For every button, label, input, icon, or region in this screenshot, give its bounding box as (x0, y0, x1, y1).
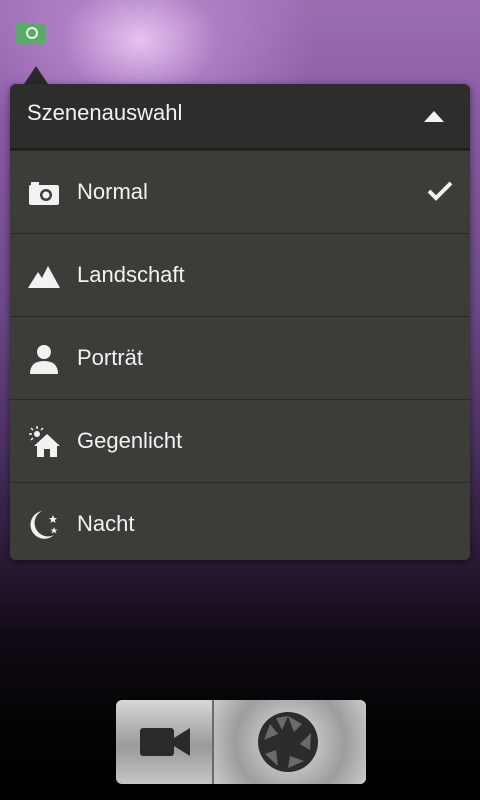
camera-icon (28, 177, 60, 209)
menu-header[interactable]: Szenenauswahl (10, 84, 470, 150)
popup-caret (24, 66, 48, 84)
scene-item-nacht[interactable]: Nacht (10, 482, 470, 560)
scene-selection-menu: Szenenauswahl Normal Landschaft Porträt … (10, 84, 470, 560)
scene-item-normal[interactable]: Normal (10, 150, 470, 233)
mountain-icon (28, 260, 60, 292)
scene-item-portraet[interactable]: Porträt (10, 316, 470, 399)
menu-title: Szenenauswahl (27, 100, 183, 125)
checkmark-icon (426, 179, 454, 203)
scene-item-landschaft[interactable]: Landschaft (10, 233, 470, 316)
scene-item-label: Landschaft (77, 262, 185, 287)
moon-stars-icon (28, 509, 60, 541)
scene-item-gegenlicht[interactable]: Gegenlicht (10, 399, 470, 482)
video-mode-button[interactable] (116, 700, 214, 784)
scene-item-label: Nacht (77, 511, 135, 536)
camera-control-bar (116, 700, 366, 784)
scene-indicator-icon[interactable] (14, 20, 46, 44)
backlight-house-icon (28, 426, 60, 458)
scene-item-label: Gegenlicht (77, 428, 183, 453)
chevron-up-icon[interactable] (422, 106, 446, 126)
shutter-button[interactable] (214, 700, 366, 784)
person-icon (28, 343, 60, 375)
video-camera-icon (140, 728, 190, 756)
scene-item-label: Porträt (77, 345, 144, 370)
shutter-icon (258, 712, 318, 772)
scene-item-label: Normal (77, 179, 148, 204)
